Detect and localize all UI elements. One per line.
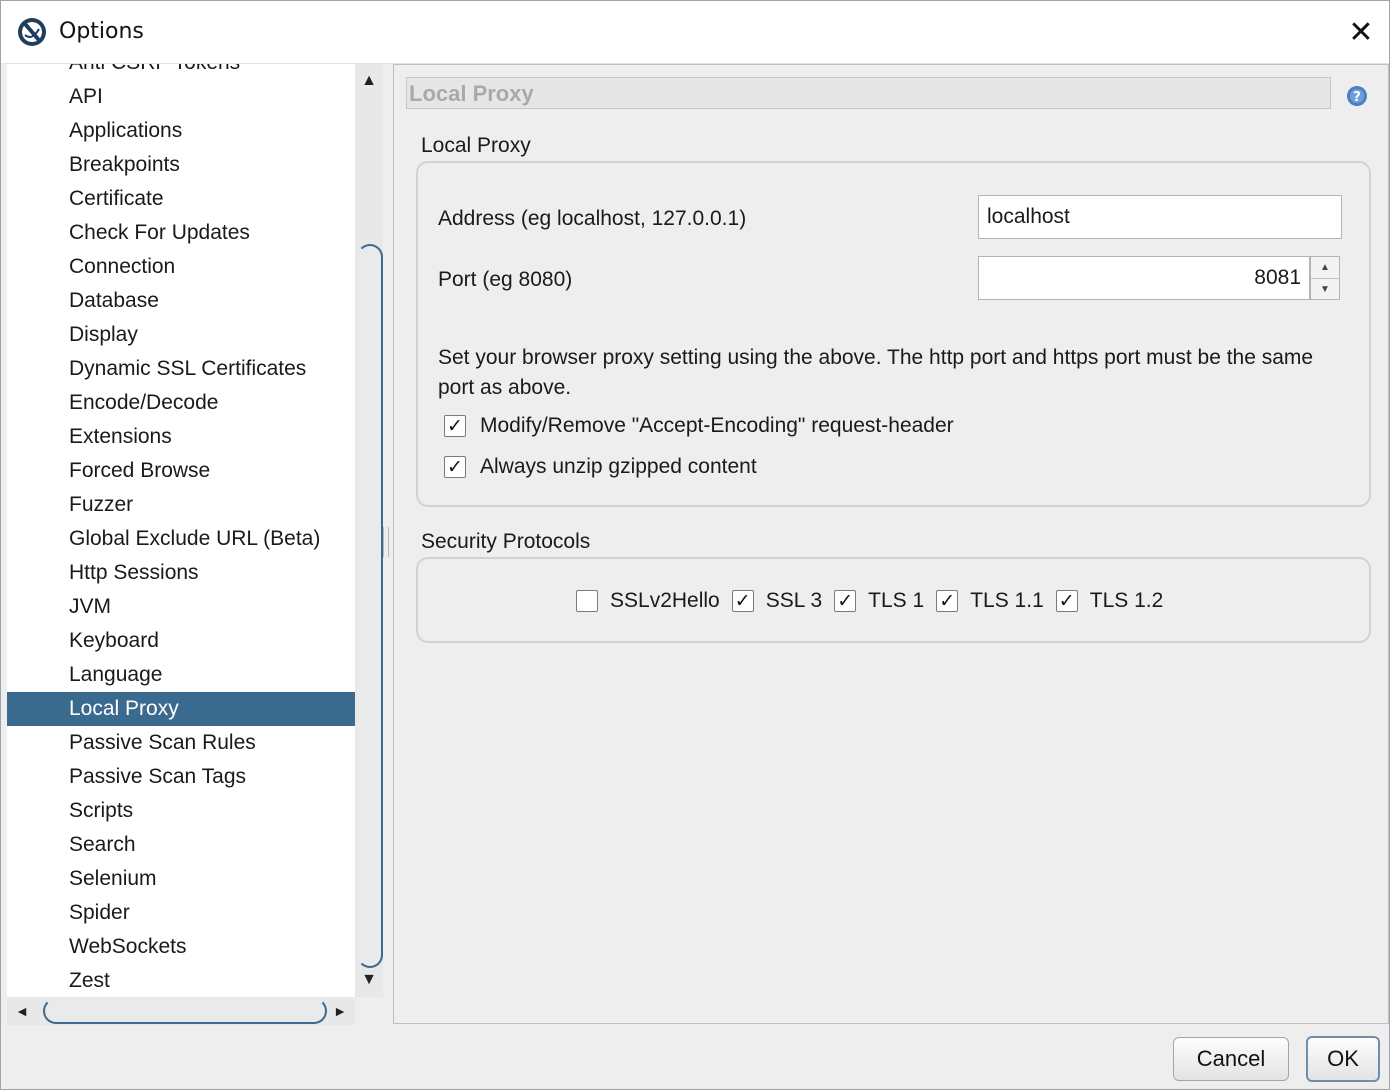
proxy-info-text: Set your browser proxy setting using the… [438,346,1314,399]
tree-item-applications[interactable]: Applications [7,114,355,148]
tree-item-database[interactable]: Database [7,284,355,318]
accept-encoding-label: Modify/Remove "Accept-Encoding" request-… [480,414,954,437]
tree-item-selenium[interactable]: Selenium [7,862,355,896]
local-proxy-group: Address (eg localhost, 127.0.0.1) localh… [416,161,1371,507]
tree-item-connection[interactable]: Connection [7,250,355,284]
protocol-sslv2hello[interactable]: SSLv2Hello [576,589,720,613]
tree-item-global-exclude-url[interactable]: Global Exclude URL (Beta) [7,522,355,556]
spinner-up-icon[interactable]: ▲ [1311,257,1339,279]
options-dialog: Options ✕ Anti CSRF Tokens API Applicati… [0,0,1390,1090]
tree-item-fuzzer[interactable]: Fuzzer [7,488,355,522]
tree-item-display[interactable]: Display [7,318,355,352]
tree-vertical-scrollbar[interactable]: ▲ ▼ [355,64,383,997]
title-bar: Options ✕ [1,1,1389,64]
tree-item-api[interactable]: API [7,80,355,114]
tree-item-keyboard[interactable]: Keyboard [7,624,355,658]
window-title: Options [59,19,144,44]
split-pane-divider[interactable] [383,527,389,557]
svg-text:?: ? [1353,90,1361,105]
checkbox-checked-icon[interactable]: ✓ [936,590,959,612]
protocol-tls1[interactable]: ✓ TLS 1 [834,589,924,613]
tree-item-scripts[interactable]: Scripts [7,794,355,828]
ok-button[interactable]: OK [1306,1036,1380,1082]
tree-item-zest[interactable]: Zest [7,964,355,997]
checkbox-checked-icon[interactable]: ✓ [1055,590,1078,612]
unzip-checkbox[interactable]: ✓ Always unzip gzipped content [444,455,757,479]
tree-item-http-sessions[interactable]: Http Sessions [7,556,355,590]
protocol-tls1-1[interactable]: ✓ TLS 1.1 [936,589,1044,613]
tree-item-forced-browse[interactable]: Forced Browse [7,454,355,488]
dialog-button-bar: Cancel OK [1,1027,1389,1089]
vertical-scroll-thumb[interactable] [357,244,383,968]
protocol-label: TLS 1 [868,589,925,612]
zap-logo-icon [18,18,46,46]
protocol-label: SSL 3 [765,589,823,612]
address-input[interactable]: localhost [978,195,1342,239]
protocol-ssl3[interactable]: ✓ SSL 3 [731,589,823,613]
options-tree: Anti CSRF Tokens API Applications Breakp… [7,64,355,997]
tree-item-extensions[interactable]: Extensions [7,420,355,454]
local-proxy-group-label: Local Proxy [421,134,531,157]
close-button[interactable]: ✕ [1333,1,1389,63]
tree-item-passive-scan-tags[interactable]: Passive Scan Tags [7,760,355,794]
scroll-up-icon[interactable]: ▲ [355,66,383,96]
protocol-label: SSLv2Hello [610,589,720,612]
accept-encoding-checkbox[interactable]: ✓ Modify/Remove "Accept-Encoding" reques… [444,414,954,438]
port-input[interactable]: 8081 [978,256,1310,300]
scroll-left-icon[interactable]: ◄ [9,997,35,1025]
protocol-label: TLS 1.2 [1089,589,1164,612]
cancel-button[interactable]: Cancel [1173,1037,1289,1081]
tree-item-dynamic-ssl-certificates[interactable]: Dynamic SSL Certificates [7,352,355,386]
checkbox-checked-icon[interactable]: ✓ [834,590,857,612]
scroll-down-icon[interactable]: ▼ [355,965,383,995]
tree-item-encode-decode[interactable]: Encode/Decode [7,386,355,420]
security-protocols-row: SSLv2Hello ✓ SSL 3 ✓ TLS 1 ✓ TLS 1.1 ✓ T… [576,589,1175,613]
tree-item-search[interactable]: Search [7,828,355,862]
checkbox-unchecked-icon[interactable] [576,590,598,612]
protocol-label: TLS 1.1 [970,589,1044,612]
tree-item-check-for-updates[interactable]: Check For Updates [7,216,355,250]
tree-item-passive-scan-rules[interactable]: Passive Scan Rules [7,726,355,760]
spinner-down-icon[interactable]: ▼ [1311,279,1339,300]
port-label: Port (eg 8080) [438,268,573,291]
tree-horizontal-scrollbar[interactable]: ◄ ► [7,997,355,1025]
tree-item-anti-csrf-tokens[interactable]: Anti CSRF Tokens [7,64,355,80]
checkbox-checked-icon[interactable]: ✓ [444,415,466,437]
checkbox-checked-icon[interactable]: ✓ [731,590,754,612]
tree-item-local-proxy[interactable]: Local Proxy [7,692,355,726]
tree-item-breakpoints[interactable]: Breakpoints [7,148,355,182]
checkbox-checked-icon[interactable]: ✓ [444,456,466,478]
port-spinner[interactable]: ▲ ▼ [1310,256,1340,300]
tree-item-language[interactable]: Language [7,658,355,692]
protocol-tls1-2[interactable]: ✓ TLS 1.2 [1055,589,1164,613]
tree-item-spider[interactable]: Spider [7,896,355,930]
panel-title: Local Proxy [406,77,1331,109]
tree-item-websockets[interactable]: WebSockets [7,930,355,964]
security-protocols-group-label: Security Protocols [421,530,591,553]
horizontal-scroll-thumb[interactable] [43,998,327,1024]
tree-item-jvm[interactable]: JVM [7,590,355,624]
scroll-right-icon[interactable]: ► [327,997,353,1025]
options-content-panel: Local Proxy ? Local Proxy Address (eg lo… [393,64,1389,1024]
tree-item-certificate[interactable]: Certificate [7,182,355,216]
unzip-label: Always unzip gzipped content [480,455,757,478]
close-icon: ✕ [1348,15,1374,49]
address-label: Address (eg localhost, 127.0.0.1) [438,207,747,230]
help-icon[interactable]: ? [1346,85,1368,107]
